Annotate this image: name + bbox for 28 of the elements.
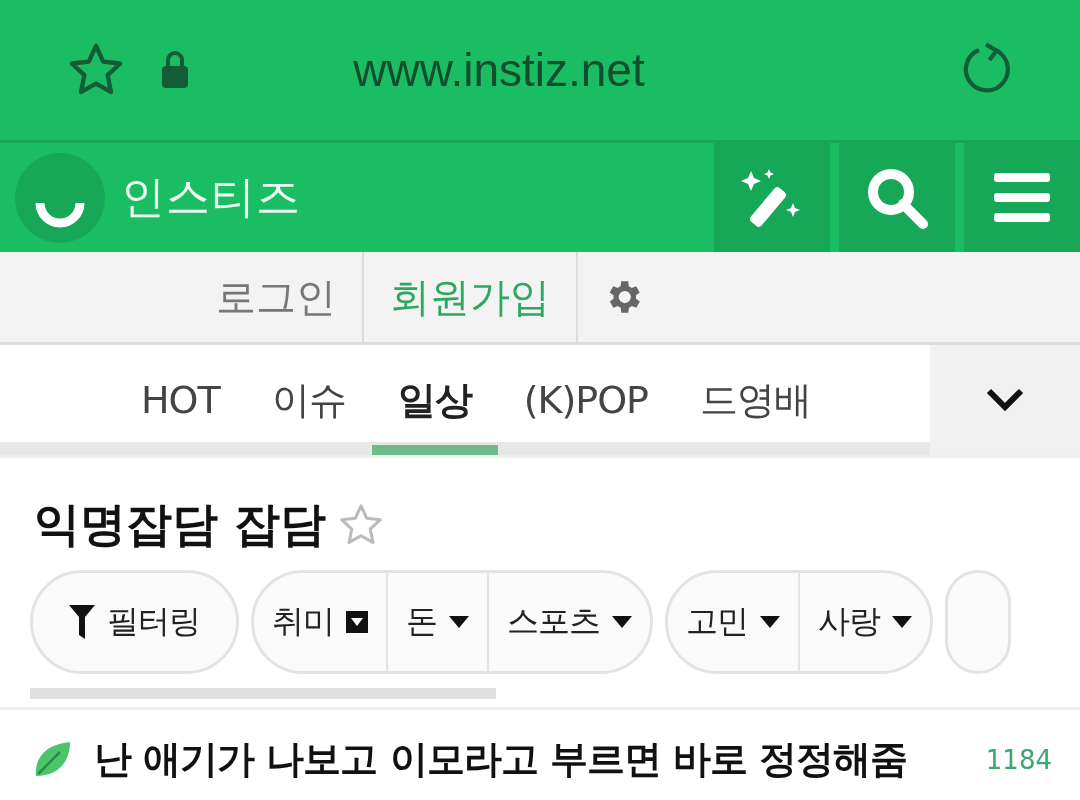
search-button[interactable] xyxy=(839,143,955,252)
caret-icon xyxy=(760,616,780,628)
login-link[interactable]: 로그인 xyxy=(190,252,364,342)
view-count: 1184 xyxy=(985,744,1052,775)
filter-chip[interactable]: 사랑 xyxy=(798,573,930,671)
logo-icon[interactable] xyxy=(15,152,105,243)
board-title: 익명잡담 잡담 xyxy=(34,496,326,553)
magic-wand-button[interactable] xyxy=(714,143,830,252)
filter-chip[interactable]: 스포츠 xyxy=(487,573,650,671)
filter-chip[interactable]: 돈 xyxy=(386,573,487,671)
category-tab[interactable]: HOT xyxy=(115,345,246,455)
filter-chip[interactable]: 필터링 xyxy=(33,573,236,671)
menu-button[interactable] xyxy=(964,143,1080,252)
category-tab[interactable]: 이슈 xyxy=(245,345,372,455)
category-tab[interactable]: 드영배 xyxy=(674,345,837,455)
chevron-down-icon xyxy=(985,387,1025,413)
lock-icon xyxy=(160,50,190,90)
funnel-icon xyxy=(69,605,95,639)
caret-icon xyxy=(892,616,912,628)
caret-icon xyxy=(612,616,632,628)
filter-chip[interactable]: 고민 xyxy=(668,573,798,671)
menu-icon xyxy=(994,172,1050,223)
dropdown-icon xyxy=(346,611,368,633)
caret-icon xyxy=(449,616,469,628)
category-tab[interactable]: 일상 xyxy=(371,345,498,455)
category-tab[interactable]: (K)POP xyxy=(497,345,674,455)
post-title[interactable]: 난 애기가 나보고 이모라고 부르면 바로 정정해줌 xyxy=(94,734,964,785)
filter-chip[interactable]: 취미 xyxy=(254,573,386,671)
